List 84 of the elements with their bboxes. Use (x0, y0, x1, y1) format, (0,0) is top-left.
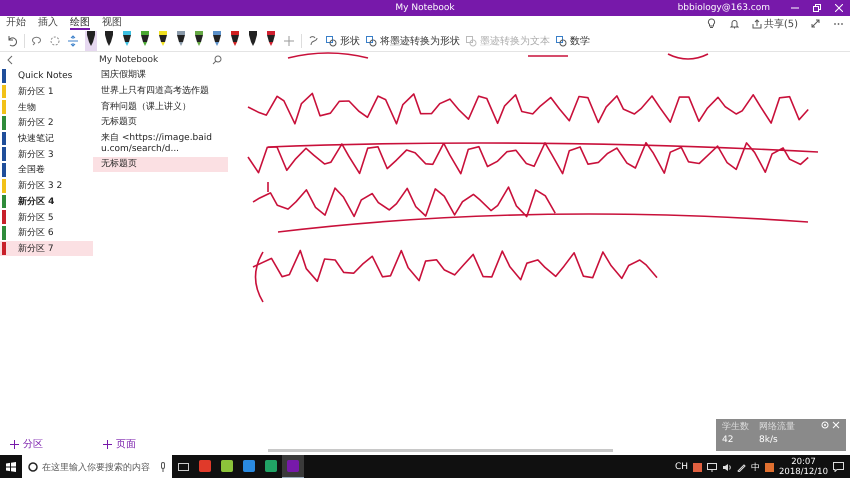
notification-icon[interactable] (833, 462, 844, 472)
section-tab[interactable]: 新分区 5 (0, 209, 93, 225)
expand-icon[interactable] (810, 18, 821, 29)
pen-icon (266, 31, 276, 47)
close-icon[interactable] (832, 421, 840, 429)
page-item[interactable]: 无标题页 (93, 115, 228, 131)
microphone-icon[interactable] (160, 462, 166, 472)
pen-icon (248, 31, 258, 47)
plus-icon (10, 440, 19, 448)
pen-icon (86, 31, 96, 47)
page-item[interactable]: 世界上只有四道高考选作题 (93, 84, 228, 100)
pen-icon (140, 31, 150, 47)
ribbon-tab[interactable]: 视图 (102, 17, 122, 30)
section-tab[interactable]: 新分区 2 (0, 115, 93, 131)
page-item[interactable]: 来自 <https://image.baidu.com/search/d... (93, 130, 228, 157)
pen-button[interactable] (85, 31, 97, 51)
tray-app-icon[interactable] (765, 462, 774, 472)
shape-icon (466, 36, 477, 46)
account-name[interactable]: bbbiology@163.com (678, 3, 770, 13)
page-item[interactable]: 国庆假期课 (93, 68, 228, 84)
search-field[interactable]: 在这里输入你要搜索的内容 (22, 455, 172, 478)
share-icon (752, 18, 762, 28)
stat-value: 8k/s (759, 434, 779, 447)
shape-icon (366, 36, 377, 46)
section-tab[interactable]: 新分区 1 (0, 84, 93, 100)
pen-tray-icon[interactable] (737, 462, 746, 472)
pen-icon (230, 31, 240, 47)
stat-label: 网络流量 (759, 421, 795, 434)
volume-icon[interactable] (722, 462, 732, 472)
pen-icon (194, 31, 204, 47)
pen-icon (122, 31, 132, 47)
network-icon[interactable] (707, 462, 717, 472)
toolbar-button[interactable]: 将墨迹转换为形状 (366, 34, 460, 48)
horizontal-scrollbar[interactable] (268, 449, 613, 452)
toolbar-button[interactable]: 形状 (326, 34, 360, 48)
windows-logo-icon[interactable] (6, 462, 16, 472)
section-tab[interactable]: 新分区 4 (0, 194, 93, 210)
tray-app-icon[interactable] (693, 462, 702, 472)
pen-icon (158, 31, 168, 47)
ribbon-tab[interactable]: 插入 (38, 17, 58, 30)
task-view-icon[interactable] (178, 463, 188, 471)
bell-icon[interactable] (728, 18, 740, 29)
add-page-button[interactable]: 页面 (93, 433, 228, 455)
notebook-title: My Notebook (99, 55, 158, 65)
restore-icon (813, 4, 822, 12)
add-section-button[interactable]: 分区 (0, 433, 93, 455)
section-tab[interactable]: Quick Notes (0, 68, 93, 84)
page-item[interactable]: 育种问题（课上讲义） (93, 99, 228, 116)
close-icon (835, 4, 844, 12)
ink-replay-icon[interactable] (308, 35, 320, 47)
shape-icon (326, 36, 337, 46)
lightbulb-icon[interactable] (706, 18, 717, 29)
section-tab[interactable]: 快速笔记 (0, 130, 93, 146)
pen-icon (104, 31, 114, 47)
section-tab[interactable]: 全国卷 (0, 162, 93, 178)
pen-icon (176, 31, 186, 47)
add-pen-icon[interactable] (283, 35, 295, 47)
window-title: My Notebook (395, 3, 455, 13)
section-tab[interactable]: 新分区 7 (0, 240, 93, 256)
ribbon-tab[interactable]: 开始 (6, 17, 26, 30)
section-tab[interactable]: 生物 (0, 99, 93, 116)
section-tab[interactable]: 新分区 3 2 (0, 178, 93, 194)
cortana-icon (28, 462, 38, 472)
back-icon[interactable] (6, 55, 14, 65)
stat-label: 学生数 (722, 421, 749, 434)
eraser-icon[interactable] (49, 35, 61, 47)
share-button[interactable]: 共享(5) (752, 16, 798, 30)
input-method-indicator[interactable]: 中 (751, 460, 760, 474)
pen-icon (212, 31, 222, 47)
stat-value: 42 (722, 434, 734, 447)
language-indicator[interactable]: CH (674, 462, 688, 472)
lasso-select-icon[interactable] (31, 35, 43, 47)
search-icon[interactable] (212, 55, 222, 65)
page-item[interactable]: 无标题页 (93, 156, 228, 172)
shape-icon (556, 36, 567, 46)
settings-icon[interactable] (821, 421, 829, 429)
plus-icon (103, 440, 112, 448)
section-tab[interactable]: 新分区 3 (0, 146, 93, 162)
toolbar-button[interactable]: 数学 (556, 34, 590, 48)
taskbar-app[interactable] (282, 455, 304, 478)
undo-icon[interactable] (6, 35, 18, 47)
add-space-icon[interactable] (67, 35, 79, 47)
clock[interactable]: 20:07 2018/12/10 (779, 457, 828, 477)
section-tab[interactable]: 新分区 6 (0, 224, 93, 241)
